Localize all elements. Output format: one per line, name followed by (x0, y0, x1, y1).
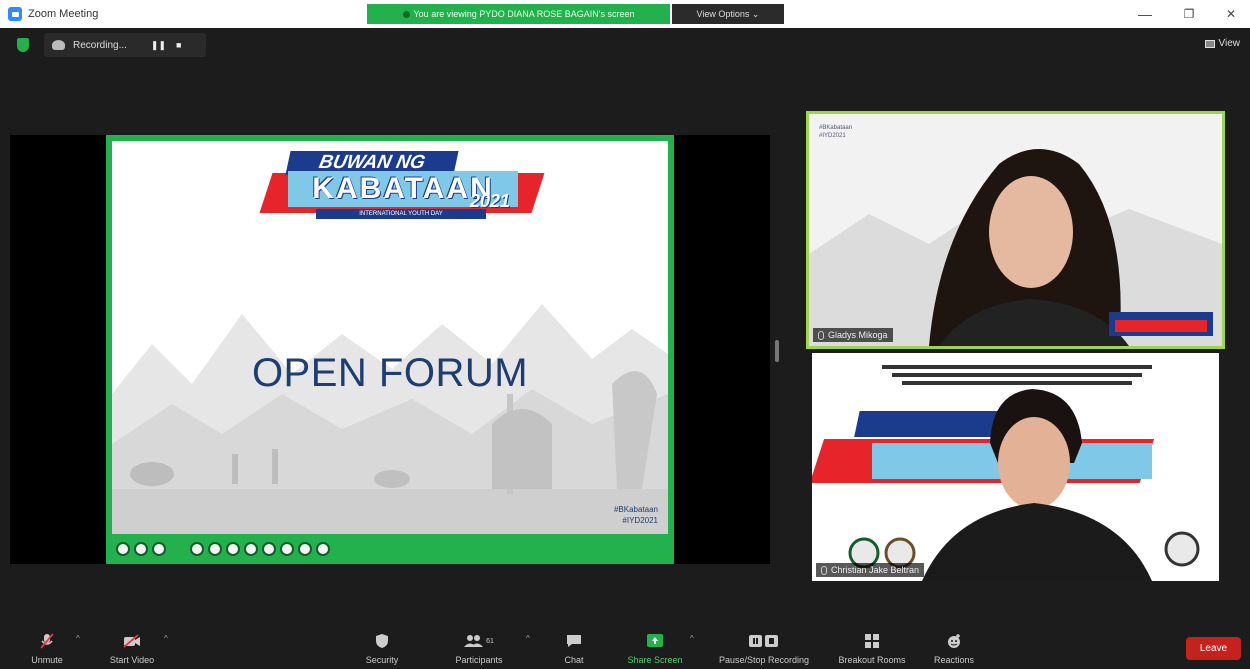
participants-label: Participants (455, 655, 503, 665)
zoom-window: Zoom Meeting You are viewing PYDO DIANA … (0, 0, 1250, 669)
buwan-ng-kabataan-logo: BUWAN NG KABATAAN 2021 INTERNATIONAL YOU… (259, 151, 545, 225)
pause-stop-recording-label: Pause/Stop Recording (718, 655, 810, 665)
meeting-toolbar: Unmute ^ Start Video ^ Security 61 Parti… (0, 620, 1250, 669)
participants-icon: 61 (464, 633, 494, 649)
video-options-caret[interactable]: ^ (164, 634, 168, 643)
security-button[interactable]: Security (358, 620, 406, 669)
share-indicator-icon (402, 10, 410, 18)
participant-name: Christian Jake Beltran (831, 565, 920, 575)
mountain-silhouette-graphic (112, 304, 668, 534)
viewing-screen-banner: You are viewing PYDO DIANA ROSE BAGAIN's… (367, 4, 670, 24)
participant-count: 61 (486, 637, 494, 645)
recording-indicator: Recording... ❚❚ ■ (44, 33, 206, 57)
partner-seal-icon (298, 542, 312, 556)
slide-hashtags: #BKabataan #IYD2021 (614, 504, 658, 526)
partner-seal-icon (152, 542, 166, 556)
chat-label: Chat (564, 655, 584, 665)
participant-video-feed (809, 114, 1222, 346)
start-video-label: Start Video (109, 655, 155, 665)
participants-options-caret[interactable]: ^ (526, 634, 530, 643)
window-titlebar: Zoom Meeting You are viewing PYDO DIANA … (0, 0, 1250, 28)
partner-seal-icon (244, 542, 258, 556)
reactions-button[interactable]: Reactions (928, 620, 980, 669)
security-label: Security (365, 655, 399, 665)
participant-name: Gladys Mikoga (828, 330, 888, 340)
minimize-button[interactable]: — (1130, 4, 1160, 24)
participant-video-tile[interactable]: #BKabataan #IYD2021 Gladys Mikoga (806, 111, 1225, 349)
unmute-button[interactable]: Unmute (22, 620, 72, 669)
tile-hashtag-line-1: #BKabataan (819, 125, 853, 131)
microphone-muted-icon (38, 633, 56, 649)
slide-title: OPEN FORUM (251, 351, 529, 395)
view-layout-button[interactable]: View (1204, 38, 1241, 49)
zoom-app-icon (8, 7, 22, 21)
stop-recording-icon[interactable]: ■ (176, 40, 181, 50)
partner-seal-icon (316, 542, 330, 556)
unmute-label: Unmute (31, 655, 63, 665)
reactions-label: Reactions (933, 655, 975, 665)
pause-stop-recording-button[interactable]: Pause/Stop Recording (706, 620, 822, 669)
start-video-button[interactable]: Start Video (100, 620, 164, 669)
audio-options-caret[interactable]: ^ (76, 634, 80, 643)
participant-video-feed (812, 353, 1219, 581)
view-options-button[interactable]: View Options ⌄ (672, 4, 784, 24)
participant-name-tag: Gladys Mikoga (813, 328, 893, 342)
chat-button[interactable]: Chat (552, 620, 596, 669)
partner-seal-icon (116, 542, 130, 556)
participants-button[interactable]: 61 Participants (446, 620, 512, 669)
partner-seal-icon (262, 542, 276, 556)
chat-icon (565, 633, 583, 649)
reactions-icon (945, 633, 963, 649)
microphone-icon (818, 330, 824, 340)
share-screen-icon (646, 633, 664, 649)
share-screen-button[interactable]: Share Screen (620, 620, 690, 669)
slide-content: BUWAN NG KABATAAN 2021 INTERNATIONAL YOU… (112, 141, 668, 534)
meeting-topbar: Recording... ❚❚ ■ View (0, 28, 1250, 62)
shield-icon (373, 633, 391, 649)
breakout-rooms-button[interactable]: Breakout Rooms (830, 620, 914, 669)
partner-seal-icon (134, 542, 148, 556)
leave-meeting-button[interactable]: Leave (1186, 637, 1241, 660)
partner-seal-icon (280, 542, 294, 556)
share-options-caret[interactable]: ^ (690, 634, 694, 643)
partner-seal-icon (208, 542, 222, 556)
share-screen-label: Share Screen (627, 655, 683, 665)
microphone-icon (821, 565, 827, 575)
pause-recording-icon[interactable]: ❚❚ (151, 40, 166, 51)
recording-controls-icon (747, 633, 781, 649)
partner-seal-icon (226, 542, 240, 556)
tile-hashtag: #BKabataan #IYD2021 (819, 124, 852, 140)
close-button[interactable]: ✕ (1216, 4, 1246, 24)
breakout-rooms-label: Breakout Rooms (838, 655, 906, 665)
panel-resize-handle[interactable] (775, 340, 779, 362)
breakout-rooms-icon (863, 633, 881, 649)
recording-label: Recording... (73, 39, 127, 51)
participant-video-tile[interactable]: Christian Jake Beltran (812, 353, 1219, 581)
camera-off-icon (123, 633, 141, 649)
encryption-shield-icon[interactable] (17, 38, 29, 52)
restore-button[interactable]: ❐ (1174, 4, 1204, 24)
window-title: Zoom Meeting (28, 8, 99, 20)
grid-view-icon (1204, 39, 1215, 48)
viewing-banner-text: You are viewing PYDO DIANA ROSE BAGAIN's… (413, 9, 635, 19)
cloud-recording-icon (52, 40, 65, 50)
hashtag-line-1: #BKabataan (613, 505, 658, 514)
hashtag-line-2: #IYD2021 (622, 516, 658, 525)
view-label: View (1218, 38, 1241, 49)
shared-slide: BUWAN NG KABATAAN 2021 INTERNATIONAL YOU… (106, 135, 674, 564)
participant-name-tag: Christian Jake Beltran (816, 563, 925, 577)
tile-hashtag-line-2: #IYD2021 (819, 133, 846, 139)
partner-seal-icon (190, 542, 204, 556)
slide-footer-seals (112, 534, 668, 564)
logo-subtitle: INTERNATIONAL YOUTH DAY (316, 209, 486, 219)
